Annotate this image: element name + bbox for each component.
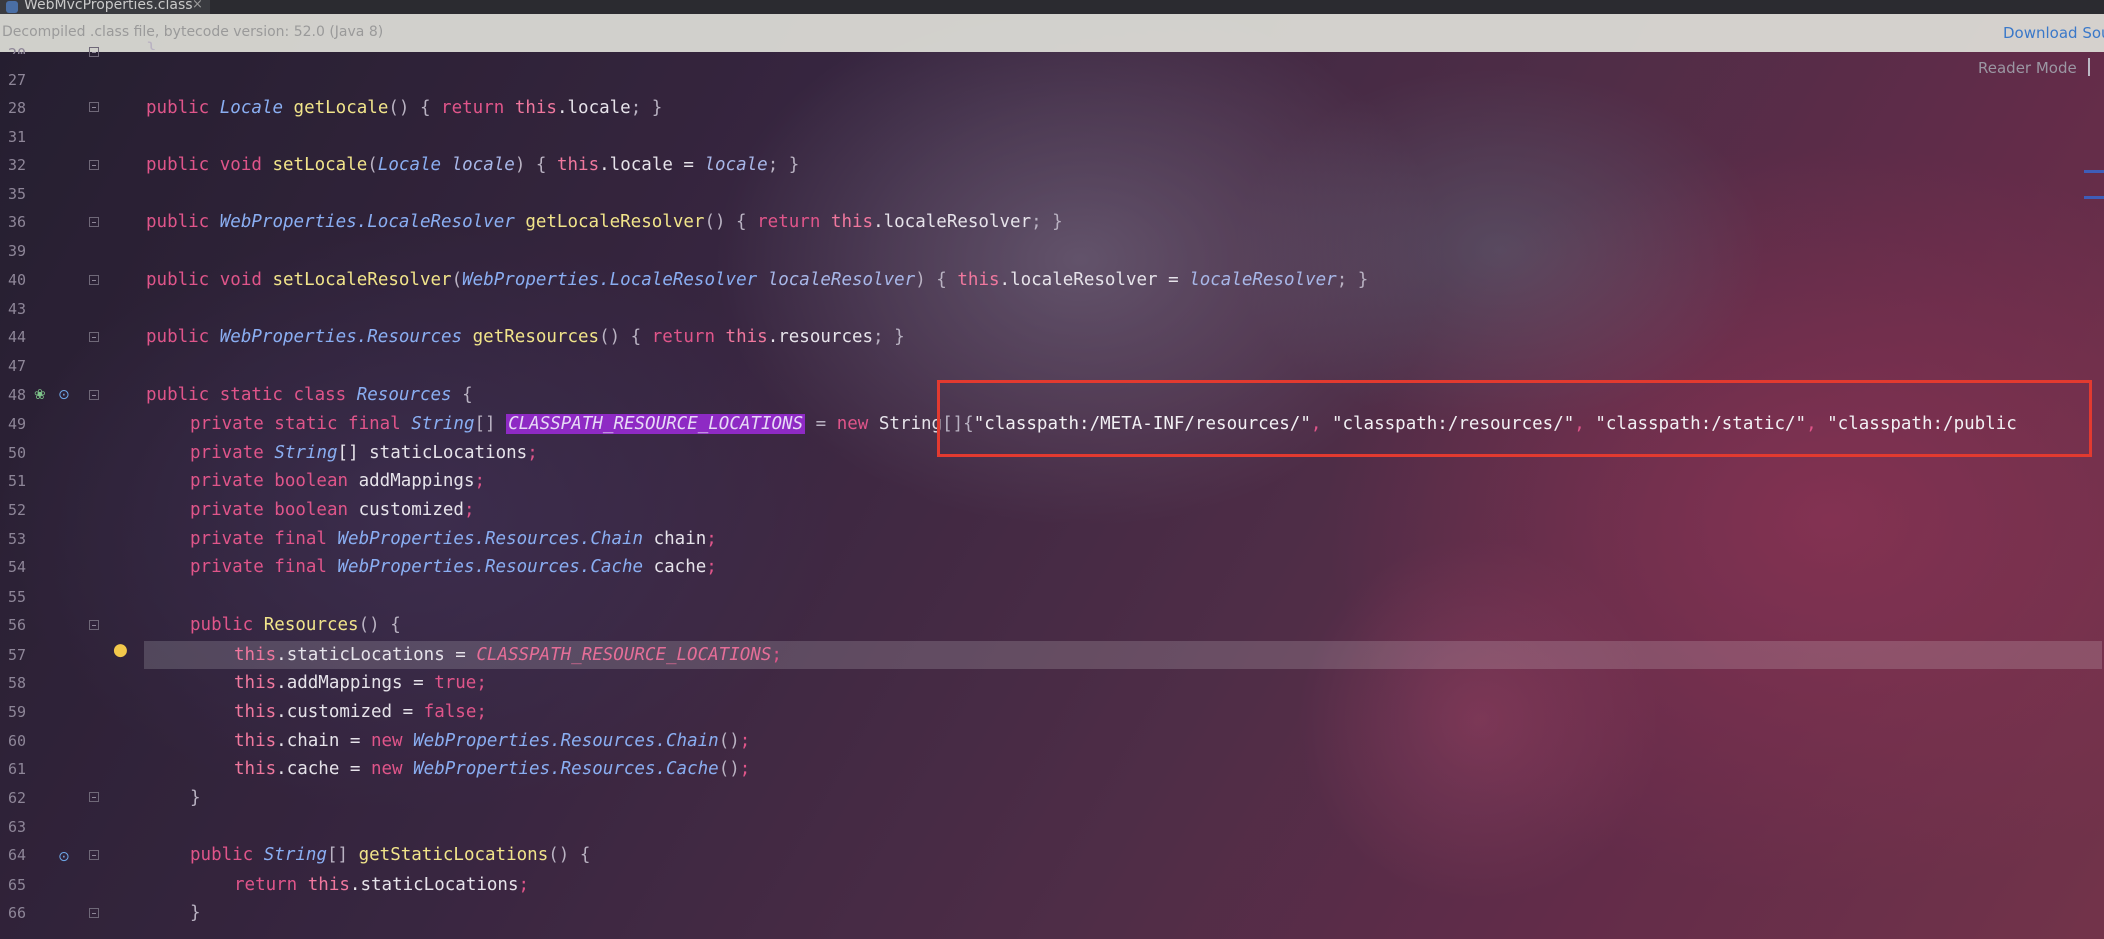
- download-sources-link[interactable]: Download Sou: [2003, 24, 2104, 42]
- fold-marker[interactable]: [89, 160, 99, 170]
- line-number: 39: [8, 242, 27, 260]
- lightbulb-icon[interactable]: ●: [113, 642, 128, 659]
- line-number: 62: [8, 789, 27, 807]
- code-line-65: return this.staticLocations;: [234, 875, 530, 895]
- fold-marker[interactable]: [89, 332, 99, 342]
- fold-marker[interactable]: [89, 47, 99, 57]
- code-line-54: private final WebProperties.Resources.Ca…: [190, 557, 717, 577]
- line-number: 48: [8, 386, 27, 404]
- editor-tab-bar: WebMvcProperties.class ×: [0, 0, 2104, 14]
- line-number: 27: [8, 71, 27, 89]
- line-number: 51: [8, 472, 27, 490]
- line-number: 35: [8, 185, 27, 203]
- scrollbar-marker[interactable]: [2084, 170, 2104, 173]
- line-number: 50: [8, 444, 27, 462]
- line-number: 44: [8, 328, 27, 346]
- code-line-28: public Locale getLocale() { return this.…: [146, 98, 663, 118]
- annotation-highlight-box: [937, 380, 2092, 457]
- tab-webmvcproperties[interactable]: WebMvcProperties.class ×: [0, 0, 210, 14]
- line-number: 58: [8, 674, 27, 692]
- line-number: 54: [8, 558, 27, 576]
- fold-marker[interactable]: [89, 275, 99, 285]
- line-number: 36: [8, 213, 27, 231]
- decompiled-notice-text: Decompiled .class file, bytecode version…: [2, 24, 384, 40]
- code-line-59: this.customized = false;: [234, 702, 487, 722]
- code-line-56: public Resources() {: [190, 615, 401, 635]
- line-number: 49: [8, 415, 27, 433]
- close-icon[interactable]: ×: [192, 0, 203, 14]
- find-usages-icon[interactable]: ⊙: [58, 850, 70, 864]
- scrollbar-marker[interactable]: [2084, 196, 2104, 199]
- line-number: 52: [8, 501, 27, 519]
- code-line-32: public void setLocale(Locale locale) { t…: [146, 155, 800, 175]
- bean-icon[interactable]: ❀: [34, 388, 46, 402]
- line-number: 66: [8, 904, 27, 922]
- line-number: 65: [8, 876, 27, 894]
- code-line-60: this.chain = new WebProperties.Resources…: [234, 731, 751, 751]
- code-line-57: this.staticLocations = CLASSPATH_RESOURC…: [234, 645, 782, 665]
- line-number: 60: [8, 732, 27, 750]
- code-line-66: }: [190, 903, 201, 923]
- code-line-64: public String[] getStaticLocations() {: [190, 845, 591, 865]
- line-number: 53: [8, 530, 27, 548]
- fold-marker[interactable]: [89, 792, 99, 802]
- line-number: 31: [8, 128, 27, 146]
- fold-marker[interactable]: [89, 102, 99, 112]
- line-number: 56: [8, 616, 27, 634]
- fold-marker[interactable]: [89, 217, 99, 227]
- code-line-44: public WebProperties.Resources getResour…: [146, 327, 905, 347]
- line-number: 55: [8, 588, 27, 606]
- fold-marker[interactable]: [89, 620, 99, 630]
- line-number: 57: [8, 646, 27, 664]
- class-file-icon: [6, 1, 18, 13]
- fold-marker[interactable]: [89, 850, 99, 860]
- code-line-61: this.cache = new WebProperties.Resources…: [234, 759, 751, 779]
- code-line-62: }: [190, 788, 201, 808]
- code-line-48: public static class Resources {: [146, 385, 473, 405]
- line-number: 63: [8, 818, 27, 836]
- line-number: 47: [8, 357, 27, 375]
- line-number: 61: [8, 760, 27, 778]
- line-number: 64: [8, 846, 27, 864]
- reader-mode-separator: [2088, 58, 2090, 76]
- code-line-20: }: [146, 40, 157, 50]
- find-usages-icon[interactable]: ⊙: [58, 388, 70, 402]
- tab-title: WebMvcProperties.class: [24, 0, 193, 13]
- reader-mode-toggle[interactable]: Reader Mode: [1978, 59, 2077, 77]
- code-line-40: public void setLocaleResolver(WebPropert…: [146, 270, 1369, 290]
- fold-marker[interactable]: [89, 390, 99, 400]
- code-line-36: public WebProperties.LocaleResolver getL…: [146, 212, 1063, 232]
- decompiled-notice-banner: Decompiled .class file, bytecode version…: [0, 14, 2104, 52]
- line-number: 28: [8, 99, 27, 117]
- line-number: 59: [8, 703, 27, 721]
- line-number: 43: [8, 300, 27, 318]
- fold-marker[interactable]: [89, 908, 99, 918]
- line-number: 20: [8, 45, 26, 54]
- code-line-53: private final WebProperties.Resources.Ch…: [190, 529, 717, 549]
- code-line-50: private String[] staticLocations;: [190, 443, 538, 463]
- line-number: 32: [8, 156, 27, 174]
- code-line-51: private boolean addMappings;: [190, 471, 486, 491]
- line-number: 40: [8, 271, 27, 289]
- code-line-52: private boolean customized;: [190, 500, 475, 520]
- code-line-58: this.addMappings = true;: [234, 673, 487, 693]
